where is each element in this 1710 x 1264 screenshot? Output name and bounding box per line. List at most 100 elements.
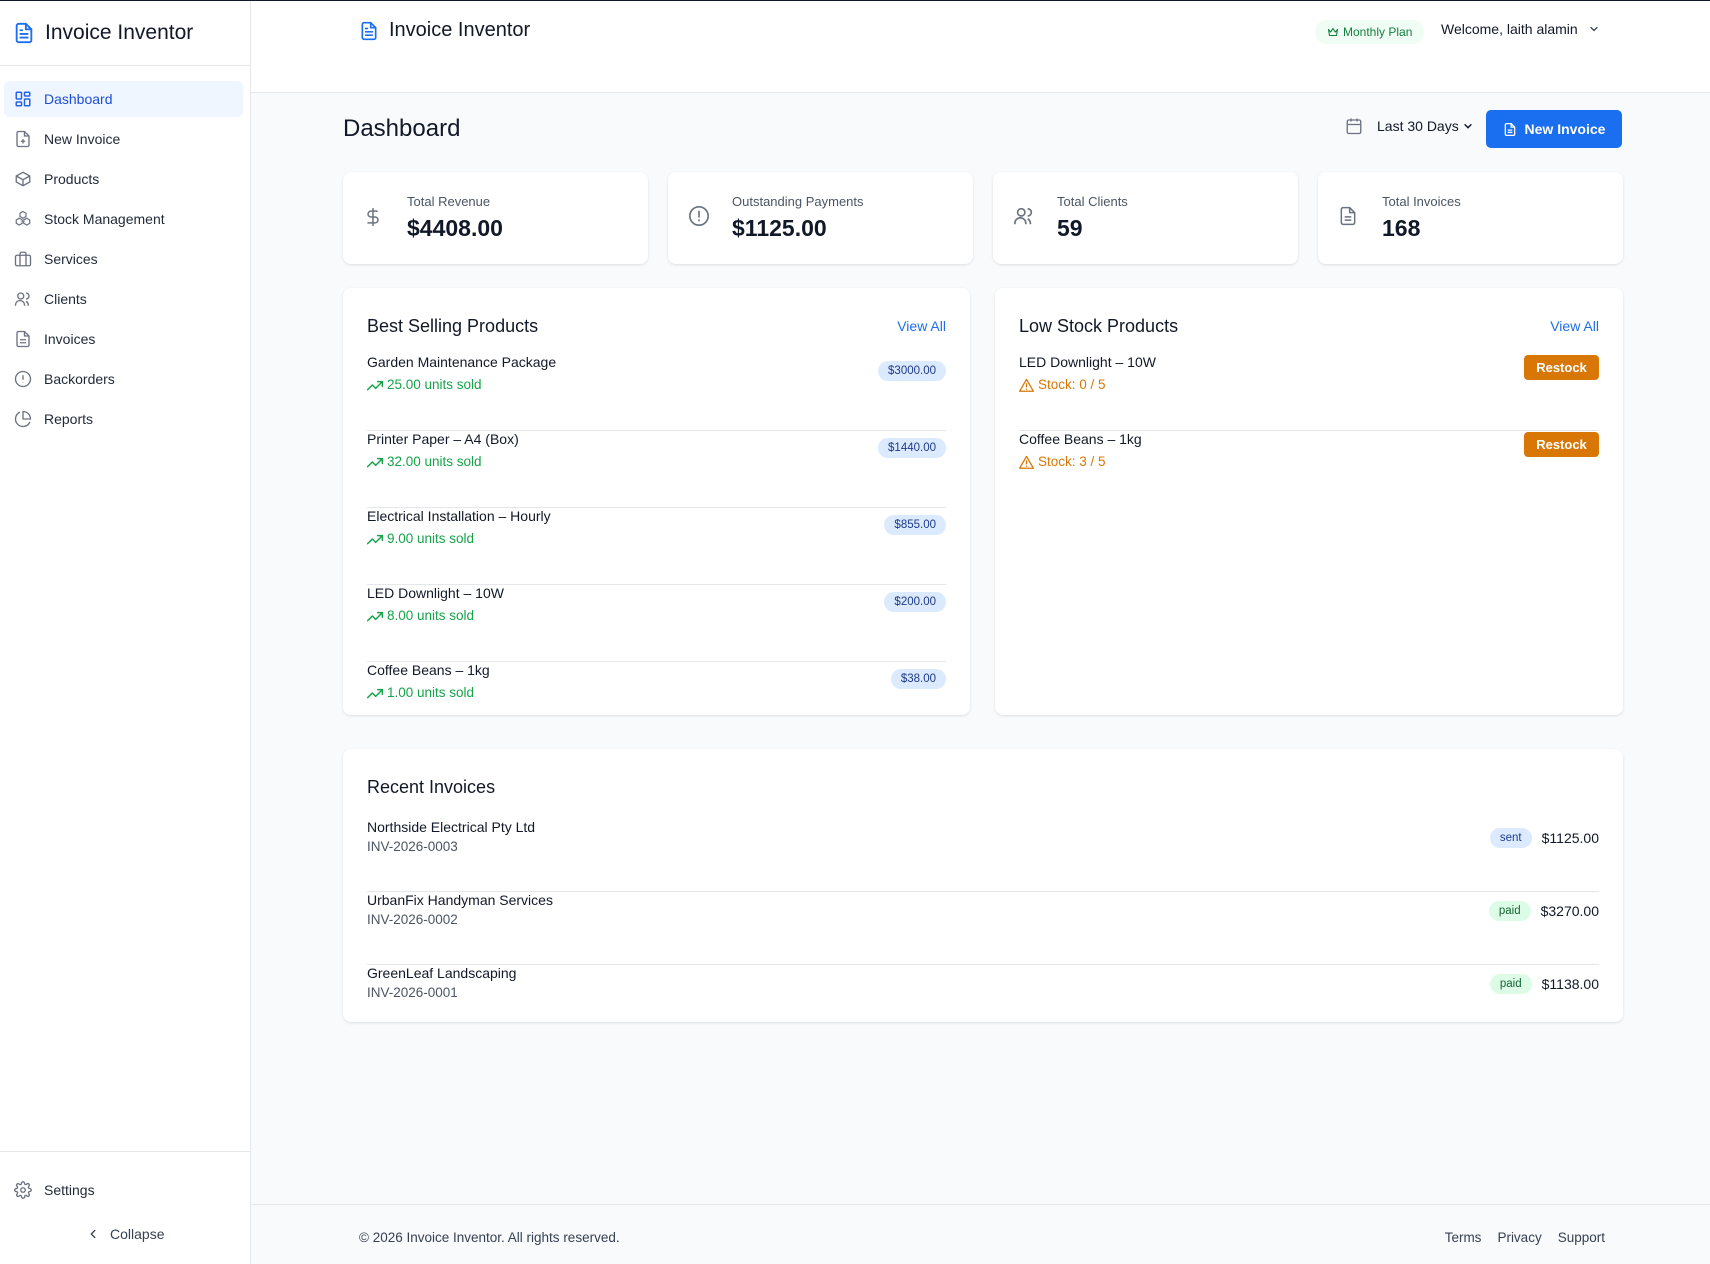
document-icon xyxy=(13,21,35,45)
sidebar: Invoice Inventor Dashboard New Invoice P… xyxy=(0,1,251,1264)
product-name: Printer Paper – A4 (Box) xyxy=(367,431,519,447)
sidebar-item-label: New Invoice xyxy=(44,131,121,147)
top-bar: Invoice Inventor Monthly Plan Welcome, l… xyxy=(251,1,1710,93)
footer-link-support[interactable]: Support xyxy=(1558,1230,1605,1245)
user-menu[interactable]: Welcome, laith alamin xyxy=(1441,21,1600,37)
chevron-down-icon xyxy=(1463,121,1473,131)
file-plus-icon xyxy=(12,128,34,150)
units-sold: 1.00 units sold xyxy=(367,685,474,700)
units-sold: 32.00 units sold xyxy=(367,454,482,469)
sidebar-item-reports[interactable]: Reports xyxy=(4,401,246,437)
sidebar-item-label: Services xyxy=(44,251,98,267)
invoice-summary: paid $1138.00 xyxy=(1489,974,1599,994)
restock-button[interactable]: Restock xyxy=(1524,355,1599,380)
product-name: Coffee Beans – 1kg xyxy=(1019,431,1142,447)
footer-links: Terms Privacy Support xyxy=(1445,1230,1605,1245)
page-title: Dashboard xyxy=(343,115,461,142)
restock-button[interactable]: Restock xyxy=(1524,432,1599,457)
sidebar-item-new-invoice[interactable]: New Invoice xyxy=(4,121,246,157)
list-item[interactable]: Printer Paper – A4 (Box) 32.00 units sol… xyxy=(367,431,946,508)
dollar-icon xyxy=(363,205,383,229)
trending-up-icon xyxy=(367,610,383,622)
panel-title: Recent Invoices xyxy=(367,777,496,797)
stock-level: Stock: 3 / 5 xyxy=(1019,454,1106,469)
amount-badge: $1440.00 xyxy=(878,438,946,458)
table-row[interactable]: GreenLeaf Landscaping INV-2026-0001 paid… xyxy=(367,965,1599,1038)
client-name: GreenLeaf Landscaping xyxy=(367,965,517,981)
sidebar-item-products[interactable]: Products xyxy=(4,161,246,197)
boxes-icon xyxy=(12,208,34,230)
list-item[interactable]: Coffee Beans – 1kg 1.00 units sold $38.0… xyxy=(367,662,946,739)
alert-circle-icon xyxy=(12,368,34,390)
stat-card-total-clients: Total Clients 59 xyxy=(993,172,1298,264)
recent-invoices-panel: Recent Invoices Northside Electrical Pty… xyxy=(343,749,1623,1022)
table-row[interactable]: UrbanFix Handyman Services INV-2026-0002… xyxy=(367,892,1599,965)
panel-title: Low Stock Products xyxy=(1019,316,1179,336)
product-name: LED Downlight – 10W xyxy=(367,585,504,601)
product-name: LED Downlight – 10W xyxy=(1019,354,1156,370)
list-item[interactable]: Garden Maintenance Package 25.00 units s… xyxy=(367,354,946,431)
sidebar-item-dashboard[interactable]: Dashboard xyxy=(4,81,243,117)
invoice-amount: $3270.00 xyxy=(1540,903,1599,919)
table-row[interactable]: Northside Electrical Pty Ltd INV-2026-00… xyxy=(367,819,1599,892)
footer-link-terms[interactable]: Terms xyxy=(1445,1230,1482,1245)
stat-value: 59 xyxy=(1057,215,1083,241)
copyright-text: © 2026 Invoice Inventor. All rights rese… xyxy=(359,1230,620,1245)
sidebar-item-invoices[interactable]: Invoices xyxy=(4,321,246,357)
sidebar-nav: Dashboard New Invoice Products Stock Man… xyxy=(0,66,250,437)
sidebar-item-label: Dashboard xyxy=(44,91,113,107)
invoice-number: INV-2026-0001 xyxy=(367,985,458,1000)
grid-icon xyxy=(12,88,34,110)
stat-label: Total Revenue xyxy=(407,194,491,209)
sidebar-brand[interactable]: Invoice Inventor xyxy=(0,1,250,66)
calendar-icon xyxy=(1345,117,1363,135)
low-stock-panel: Low Stock Products View All LED Downligh… xyxy=(995,288,1623,715)
sidebar-item-label: Stock Management xyxy=(44,211,165,227)
units-sold: 8.00 units sold xyxy=(367,608,474,623)
sidebar-item-backorders[interactable]: Backorders xyxy=(4,361,246,397)
page-footer: © 2026 Invoice Inventor. All rights rese… xyxy=(251,1204,1710,1264)
stat-card-outstanding-payments: Outstanding Payments $1125.00 xyxy=(668,172,973,264)
warning-icon xyxy=(1019,378,1034,392)
footer-link-privacy[interactable]: Privacy xyxy=(1497,1230,1541,1245)
crown-icon xyxy=(1327,26,1339,38)
chevron-left-icon xyxy=(86,1227,100,1241)
units-sold: 25.00 units sold xyxy=(367,377,482,392)
stat-label: Total Invoices xyxy=(1382,194,1461,209)
pie-chart-icon xyxy=(12,408,34,430)
amount-badge: $200.00 xyxy=(884,592,946,612)
file-text-icon xyxy=(1338,205,1358,227)
stat-label: Total Clients xyxy=(1057,194,1128,209)
header-title: Invoice Inventor xyxy=(389,19,531,41)
stat-value: 168 xyxy=(1382,215,1421,241)
product-name: Garden Maintenance Package xyxy=(367,354,557,370)
list-item: Coffee Beans – 1kg Stock: 3 / 5 Restock xyxy=(1019,431,1599,508)
file-text-icon xyxy=(12,328,34,350)
product-name: Electrical Installation – Hourly xyxy=(367,508,551,524)
invoice-amount: $1125.00 xyxy=(1541,830,1599,846)
header-brand[interactable]: Invoice Inventor xyxy=(359,19,530,42)
stat-label: Outstanding Payments xyxy=(732,194,864,209)
sidebar-item-stock-management[interactable]: Stock Management xyxy=(4,201,246,237)
stat-value: $4408.00 xyxy=(407,215,503,241)
sidebar-item-settings[interactable]: Settings xyxy=(4,1172,95,1208)
list-item[interactable]: Electrical Installation – Hourly 9.00 un… xyxy=(367,508,946,585)
sidebar-item-label: Invoices xyxy=(44,331,96,347)
view-all-link[interactable]: View All xyxy=(1550,318,1599,334)
best-selling-panel: Best Selling Products View All Garden Ma… xyxy=(343,288,970,715)
product-name: Coffee Beans – 1kg xyxy=(367,662,490,678)
status-badge: sent xyxy=(1489,828,1532,848)
date-range-select[interactable]: Last 30 Days xyxy=(1377,118,1473,134)
view-all-link[interactable]: View All xyxy=(897,318,946,334)
list-item[interactable]: LED Downlight – 10W 8.00 units sold $200… xyxy=(367,585,946,662)
sidebar-item-label: Clients xyxy=(44,291,87,307)
new-invoice-button[interactable]: New Invoice xyxy=(1486,110,1622,148)
sidebar-item-clients[interactable]: Clients xyxy=(4,281,246,317)
trending-up-icon xyxy=(367,379,383,391)
status-badge: paid xyxy=(1489,974,1532,994)
units-sold-text: 9.00 units sold xyxy=(387,531,475,546)
units-sold-text: 1.00 units sold xyxy=(387,685,475,700)
sidebar-item-services[interactable]: Services xyxy=(4,241,246,277)
collapse-button[interactable]: Collapse xyxy=(86,1226,164,1242)
warning-icon xyxy=(1019,455,1034,469)
